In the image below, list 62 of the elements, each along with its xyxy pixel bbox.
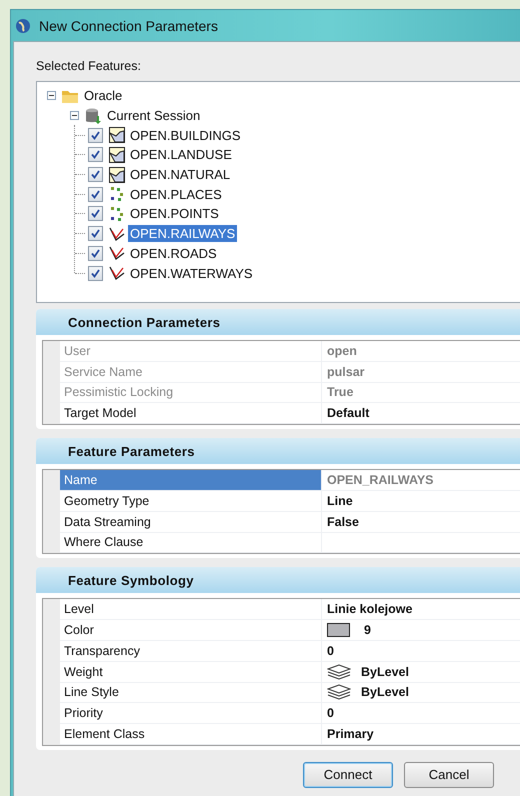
polygon-layer-icon xyxy=(109,166,125,183)
property-label[interactable]: Priority xyxy=(60,703,322,724)
property-value: open xyxy=(327,344,357,358)
section-header: Connection Parameters xyxy=(36,309,520,335)
checkbox[interactable] xyxy=(88,147,103,162)
line-layer-icon xyxy=(109,226,125,242)
tree-item[interactable]: OPEN.WATERWAYS xyxy=(128,264,255,282)
checkbox[interactable] xyxy=(88,186,103,202)
property-value: OPEN_RAILWAYS xyxy=(327,473,434,488)
property-value: 0 xyxy=(327,706,334,720)
section-header: Feature Parameters xyxy=(36,438,520,464)
polygon-layer-icon xyxy=(109,146,125,163)
property-value: False xyxy=(327,514,359,529)
tree-item[interactable]: OPEN.ROADS xyxy=(128,244,219,262)
line-layer-icon xyxy=(109,265,125,282)
polygon-layer-icon xyxy=(109,127,125,144)
tree-item[interactable]: Oracle xyxy=(82,87,124,104)
property-value: 0 xyxy=(327,644,334,658)
checkbox[interactable] xyxy=(88,246,103,261)
point-layer-icon xyxy=(109,206,125,222)
property-label[interactable]: Line Style xyxy=(60,682,322,702)
checkbox[interactable] xyxy=(88,128,103,143)
tree-item[interactable]: OPEN.POINTS xyxy=(128,205,221,222)
property-value: Primary xyxy=(327,727,374,742)
tree-item[interactable]: OPEN.RAILWAYS xyxy=(128,225,238,242)
checkbox[interactable] xyxy=(88,167,103,182)
tree-item[interactable]: OPEN.NATURAL xyxy=(128,166,232,184)
point-layer-icon xyxy=(109,186,125,202)
checkbox[interactable] xyxy=(88,206,103,222)
property-value: 9 xyxy=(364,623,371,638)
property-label[interactable]: Weight xyxy=(60,662,322,682)
property-value: ByLevel xyxy=(361,685,409,700)
property-value: pulsar xyxy=(327,364,365,379)
property-value: True xyxy=(327,385,354,400)
property-label[interactable]: Name xyxy=(60,470,322,490)
collapse-icon[interactable] xyxy=(70,111,79,120)
property-label[interactable]: Color xyxy=(60,620,322,640)
selected-features-label: Selected Features: xyxy=(36,59,142,73)
property-value: Default xyxy=(327,406,370,420)
property-label[interactable]: Element Class xyxy=(60,724,322,744)
tree-item[interactable]: OPEN.BUILDINGS xyxy=(128,126,243,144)
section-header: Feature Symbology xyxy=(36,567,520,594)
property-value: Linie kolejowe xyxy=(327,602,412,616)
tree-item[interactable]: OPEN.LANDUSE xyxy=(128,146,234,164)
window-title: New Connection Parameters xyxy=(39,18,218,34)
property-label[interactable]: Geometry Type xyxy=(60,490,322,511)
property-label[interactable]: Level xyxy=(60,599,322,620)
checkbox[interactable] xyxy=(88,226,103,242)
collapse-icon[interactable] xyxy=(47,91,56,100)
line-layer-icon xyxy=(109,245,125,262)
property-value: ByLevel xyxy=(361,664,409,679)
dialog-button[interactable]: Connect xyxy=(303,762,393,788)
checkbox[interactable] xyxy=(88,266,103,281)
database-icon xyxy=(84,106,102,125)
tree-item[interactable]: Current Session xyxy=(105,107,202,124)
property-label[interactable]: Target Model xyxy=(60,403,322,424)
property-label[interactable]: Data Streaming xyxy=(60,512,322,532)
dialog-button[interactable]: Cancel xyxy=(404,762,494,788)
tree-item[interactable]: OPEN.PLACES xyxy=(128,186,224,203)
property-value: Line xyxy=(327,494,353,508)
globe-icon xyxy=(15,18,31,34)
property-label[interactable]: Transparency xyxy=(60,640,322,661)
